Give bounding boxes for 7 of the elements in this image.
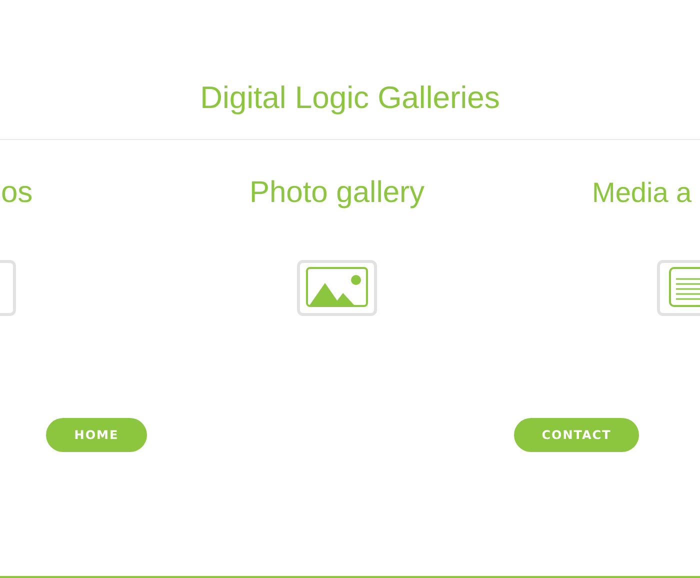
gallery-title: Photo gallery xyxy=(249,175,425,211)
gallery-title: os xyxy=(1,175,33,211)
gallery-title: Media a xyxy=(592,176,693,210)
nav-button[interactable]: CONTACT xyxy=(514,418,639,452)
image-icon xyxy=(297,260,377,316)
home-button[interactable]: HOME xyxy=(46,418,147,452)
page-title: Digital Logic Galleries xyxy=(200,79,500,117)
